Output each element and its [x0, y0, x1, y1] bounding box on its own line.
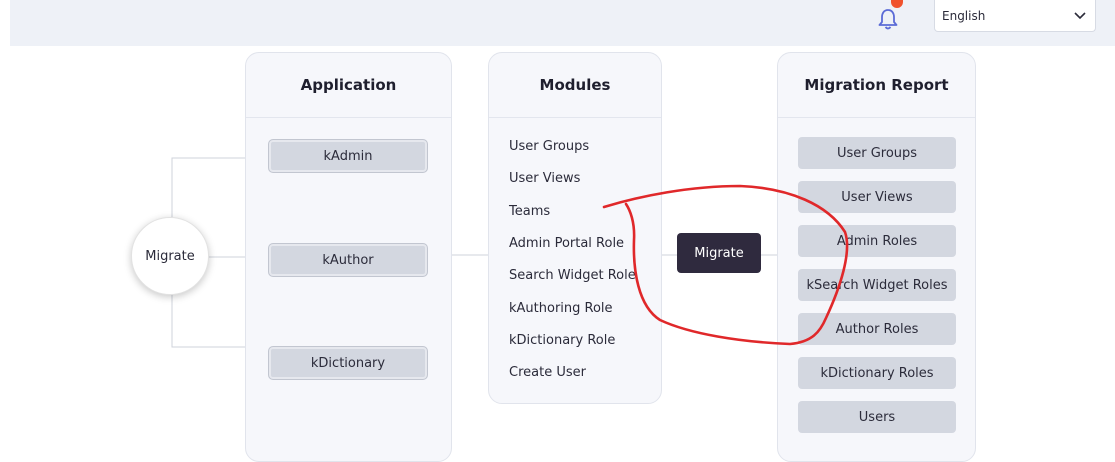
- modules-panel: Modules User Groups User Views Teams Adm…: [488, 52, 662, 404]
- language-select[interactable]: English: [934, 0, 1096, 32]
- report-item-user-groups[interactable]: User Groups: [798, 137, 956, 169]
- report-item-author-roles[interactable]: Author Roles: [798, 313, 956, 345]
- module-item-create-user[interactable]: Create User: [509, 365, 586, 380]
- module-item-user-groups[interactable]: User Groups: [509, 139, 589, 154]
- module-item-search-widget-role[interactable]: Search Widget Role: [509, 268, 636, 283]
- migration-report-panel: Migration Report User Groups User Views …: [777, 52, 976, 462]
- app-option-kadmin[interactable]: kAdmin: [268, 139, 428, 173]
- module-item-admin-portal-role[interactable]: Admin Portal Role: [509, 236, 624, 251]
- report-item-kdictionary-roles[interactable]: kDictionary Roles: [798, 357, 956, 389]
- module-item-user-views[interactable]: User Views: [509, 171, 580, 186]
- report-item-users[interactable]: Users: [798, 401, 956, 433]
- chevron-down-icon: [1074, 12, 1086, 20]
- app-option-kauthor[interactable]: kAuthor: [268, 243, 428, 277]
- migration-report-title: Migration Report: [778, 53, 975, 118]
- report-item-ksearch-widget-roles[interactable]: kSearch Widget Roles: [798, 269, 956, 301]
- app-option-kdictionary[interactable]: kDictionary: [268, 346, 428, 380]
- application-panel-title: Application: [246, 53, 451, 118]
- module-item-kauthoring-role[interactable]: kAuthoring Role: [509, 301, 613, 316]
- migrate-circle-button[interactable]: Migrate: [131, 217, 209, 295]
- report-item-user-views[interactable]: User Views: [798, 181, 956, 213]
- migrate-button[interactable]: Migrate: [677, 233, 761, 273]
- application-panel: Application kAdmin kAuthor kDictionary: [245, 52, 452, 462]
- module-item-kdictionary-role[interactable]: kDictionary Role: [509, 333, 615, 348]
- language-select-value: English: [942, 9, 986, 23]
- module-item-teams[interactable]: Teams: [509, 204, 550, 219]
- report-item-admin-roles[interactable]: Admin Roles: [798, 225, 956, 257]
- notification-bell-icon[interactable]: [876, 6, 900, 32]
- modules-panel-title: Modules: [489, 53, 661, 118]
